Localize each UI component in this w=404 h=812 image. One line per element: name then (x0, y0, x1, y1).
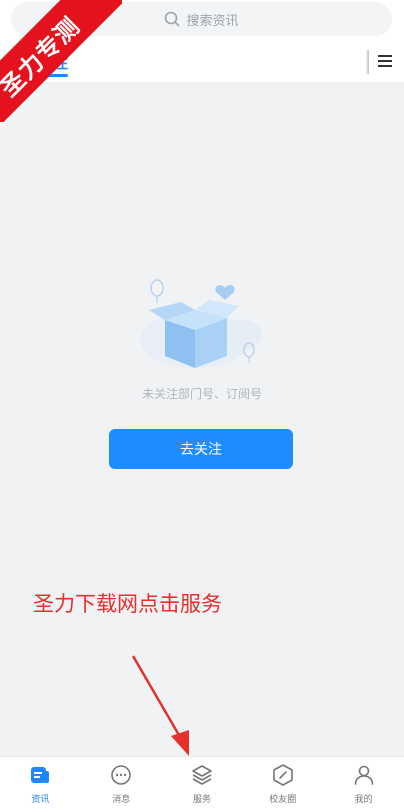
nav-label-alumni: 校友圈 (269, 795, 297, 805)
compass-icon (272, 764, 293, 786)
empty-state-message: 未关注部门号、订阅号 (141, 387, 262, 401)
menu-icon (378, 55, 392, 67)
annotation-text: 圣力下载网点击服务 (33, 592, 222, 616)
menu-divider (366, 50, 369, 74)
search-icon (165, 11, 180, 27)
nav-label-messages: 消息 (112, 795, 131, 805)
go-follow-button[interactable]: 去关注 (109, 429, 293, 469)
tab-follow[interactable]: 关注 (38, 52, 68, 73)
layers-icon (192, 765, 212, 785)
tab-bar: 关注 (0, 44, 404, 83)
search-bar[interactable]: 搜索资讯 (11, 2, 392, 36)
news-icon (31, 767, 50, 783)
tab-active-indicator (38, 74, 68, 77)
nav-label-profile: 我的 (354, 795, 373, 805)
user-icon (354, 765, 373, 785)
nav-item-messages[interactable]: 消息 (81, 757, 162, 812)
chat-icon (111, 765, 131, 785)
nav-item-profile[interactable]: 我的 (323, 757, 404, 812)
nav-item-services[interactable]: 服务 (162, 757, 243, 812)
channel-menu-button[interactable] (370, 46, 400, 76)
arrow-annotation-icon (131, 655, 189, 756)
bottom-nav: 资讯 消息 服务 校友圈 我的 (0, 756, 404, 812)
search-placeholder: 搜索资讯 (186, 13, 239, 29)
nav-item-alumni[interactable]: 校友圈 (242, 757, 323, 812)
nav-label-news: 资讯 (31, 795, 50, 805)
nav-label-services: 服务 (192, 795, 211, 805)
empty-box-illustration (140, 279, 262, 368)
nav-item-news[interactable]: 资讯 (0, 757, 81, 812)
